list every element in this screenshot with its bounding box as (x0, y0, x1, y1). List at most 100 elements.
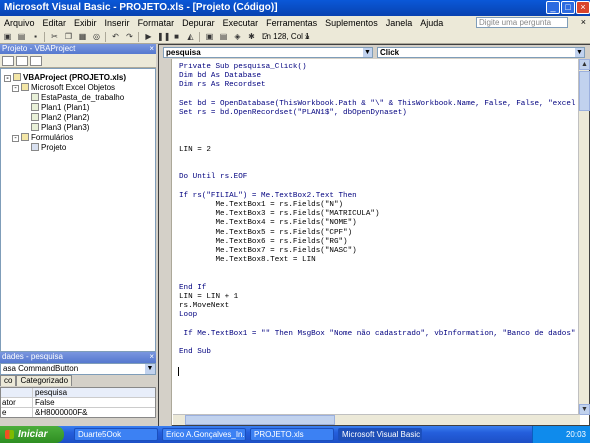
tree-node-forms[interactable]: - Formulários (12, 133, 73, 143)
code-line[interactable] (179, 275, 579, 284)
code-line[interactable] (179, 339, 579, 348)
code-line[interactable]: End If (179, 284, 579, 293)
toolbar-overflow-icon[interactable]: » (305, 31, 309, 43)
menu-ajuda[interactable]: Ajuda (416, 16, 447, 30)
copy-icon[interactable]: ❐ (63, 32, 74, 42)
scroll-down-icon[interactable]: ▼ (579, 404, 590, 415)
minimize-icon[interactable]: _ (546, 1, 560, 14)
code-line[interactable]: LIN = 2 (179, 146, 579, 155)
scroll-thumb[interactable] (185, 415, 335, 425)
close-icon[interactable]: × (576, 1, 590, 14)
code-line[interactable]: Me.TextBox5 = rs.Fields("CPF") (179, 229, 579, 238)
code-line[interactable] (179, 265, 579, 274)
margin-indicator-bar[interactable] (159, 59, 172, 427)
tree-node-vbaproject[interactable]: - VBAProject (PROJETO.xls) (4, 73, 126, 83)
object-select[interactable]: asa CommandButton ▼ (0, 363, 156, 375)
code-line[interactable] (179, 91, 579, 100)
run-icon[interactable]: ▶ (143, 32, 154, 42)
taskbar-item[interactable]: PROJETO.xls (250, 428, 334, 441)
view-object-icon[interactable] (16, 56, 28, 66)
code-line[interactable]: Me.TextBox4 = rs.Fields("NOME") (179, 219, 579, 228)
collapse-icon[interactable]: - (4, 75, 11, 82)
project-explorer-icon[interactable]: ▣ (204, 32, 215, 42)
property-row[interactable]: pesquisa (1, 388, 155, 398)
taskbar-item-active[interactable]: Microsoft Visual Basic ... (338, 428, 422, 441)
menu-inserir[interactable]: Inserir (101, 16, 134, 30)
cut-icon[interactable]: ✂ (49, 32, 60, 42)
procedure-dropdown[interactable]: Click ▼ (377, 47, 585, 58)
close-icon[interactable]: × (149, 352, 154, 362)
collapse-icon[interactable]: - (12, 135, 19, 142)
ask-question-input[interactable]: Digite uma pergunta (476, 17, 568, 28)
code-line[interactable] (179, 118, 579, 127)
code-line[interactable]: rs.MoveNext (179, 302, 579, 311)
collapse-icon[interactable]: - (12, 85, 19, 92)
code-line[interactable]: Loop (179, 311, 579, 320)
code-line[interactable] (179, 127, 579, 136)
close-document-icon[interactable]: × (581, 17, 586, 28)
code-line[interactable]: Me.TextBox6 = rs.Fields("RG") (179, 238, 579, 247)
reset-icon[interactable]: ■ (171, 32, 182, 42)
tree-node-workbook[interactable]: EstaPasta_de_trabalho (31, 93, 124, 103)
undo-icon[interactable]: ↶ (110, 32, 121, 42)
tab-categorized[interactable]: Categorizado (16, 375, 73, 386)
code-line[interactable]: Set bd = OpenDatabase(ThisWorkbook.Path … (179, 100, 579, 109)
menu-depurar[interactable]: Depurar (178, 16, 219, 30)
maximize-icon[interactable]: □ (561, 1, 575, 14)
find-icon[interactable]: ◎ (91, 32, 102, 42)
code-line[interactable]: Me.TextBox3 = rs.Fields("MATRICULA") (179, 210, 579, 219)
toggle-folders-icon[interactable] (30, 56, 42, 66)
menu-exibir[interactable]: Exibir (70, 16, 101, 30)
menu-editar[interactable]: Editar (39, 16, 71, 30)
pause-icon[interactable]: ❚❚ (157, 32, 170, 42)
object-browser-icon[interactable]: ◈ (232, 32, 243, 42)
property-row[interactable]: e &H8000000F& (1, 408, 155, 417)
code-line[interactable]: If rs("FILIAL") = Me.TextBox2.Text Then (179, 192, 579, 201)
scroll-up-icon[interactable]: ▲ (579, 59, 590, 70)
design-mode-icon[interactable]: ◭ (185, 32, 196, 42)
tree-node-excel-objects[interactable]: - Microsoft Excel Objetos (12, 83, 115, 93)
properties-icon[interactable]: ▤ (218, 32, 229, 42)
menu-janela[interactable]: Janela (382, 16, 417, 30)
menu-executar[interactable]: Executar (219, 16, 263, 30)
chevron-down-icon[interactable]: ▼ (145, 364, 155, 374)
tree-node-plan2[interactable]: Plan2 (Plan2) (31, 113, 89, 123)
code-line[interactable]: Dim rs As Recordset (179, 81, 579, 90)
property-row[interactable]: ator False (1, 398, 155, 408)
code-line[interactable] (179, 155, 579, 164)
redo-icon[interactable]: ↷ (124, 32, 135, 42)
code-line[interactable] (179, 164, 579, 173)
toolbox-icon[interactable]: ✱ (246, 32, 257, 42)
start-button[interactable]: Iniciar (0, 426, 64, 443)
chevron-down-icon[interactable]: ▼ (363, 48, 372, 57)
excel-icon[interactable]: ▣ (2, 32, 13, 42)
code-line[interactable]: Me.TextBox1 = rs.Fields("N") (179, 201, 579, 210)
insert-module-icon[interactable]: ▤ (16, 32, 27, 42)
tab-alphabetic[interactable]: co (0, 375, 17, 386)
tree-node-plan3[interactable]: Plan3 (Plan3) (31, 123, 89, 133)
code-line[interactable]: Set rs = bd.OpenRecordset("PLAN1$", dbOp… (179, 109, 579, 118)
code-line[interactable] (179, 183, 579, 192)
code-line[interactable]: Dim bd As Database (179, 72, 579, 81)
view-code-icon[interactable] (2, 56, 14, 66)
vertical-scrollbar[interactable]: ▲ ▼ (578, 59, 590, 415)
code-line[interactable]: Me.TextBox8.Text = LIN (179, 256, 579, 265)
code-line[interactable]: Me.TextBox7 = rs.Fields("NASC") (179, 247, 579, 256)
menu-ferramentas[interactable]: Ferramentas (262, 16, 321, 30)
scroll-thumb[interactable] (579, 71, 590, 111)
code-line[interactable]: If Me.TextBox1 = "" Then MsgBox "Nome nã… (179, 330, 579, 339)
chevron-down-icon[interactable]: ▼ (575, 48, 584, 57)
save-icon[interactable]: ▪ (30, 32, 41, 42)
code-line[interactable]: Private Sub pesquisa_Click() (179, 63, 579, 72)
code-line[interactable] (179, 137, 579, 146)
tree-node-plan1[interactable]: Plan1 (Plan1) (31, 103, 89, 113)
menu-suplementos[interactable]: Suplementos (321, 16, 382, 30)
code-editor[interactable]: Private Sub pesquisa_Click() Dim bd As Da… (179, 63, 579, 409)
menu-arquivo[interactable]: Arquivo (0, 16, 39, 30)
horizontal-scrollbar[interactable] (173, 414, 580, 425)
tree-node-form-projeto[interactable]: Projeto (31, 143, 66, 153)
menu-formatar[interactable]: Formatar (134, 16, 179, 30)
code-line[interactable] (179, 321, 579, 330)
taskbar-item[interactable]: Erico A.Gonçalves_In... (162, 428, 246, 441)
code-line[interactable]: LIN = LIN + 1 (179, 293, 579, 302)
